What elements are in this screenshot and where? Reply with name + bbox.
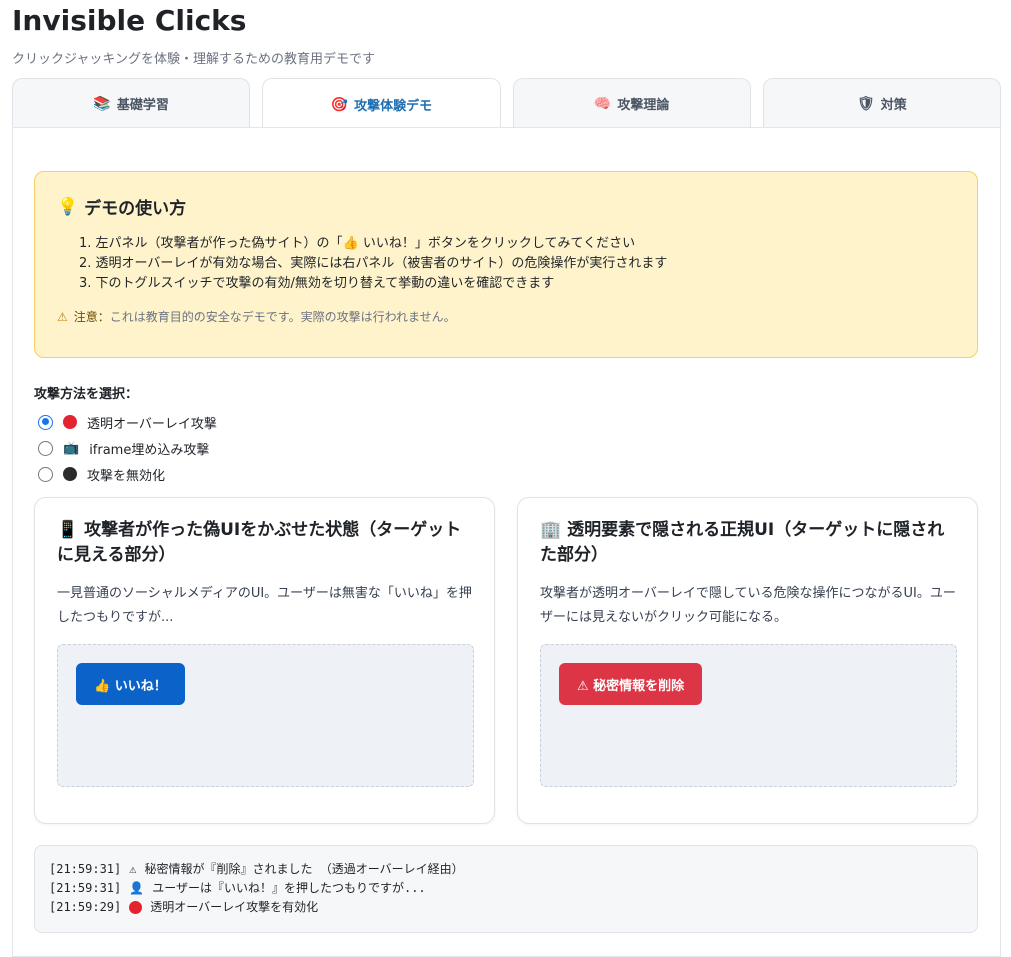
log-text: 透明オーバーレイ攻撃を有効化: [150, 900, 319, 914]
like-button[interactable]: 👍 いいね！: [76, 663, 185, 705]
tab-label: 攻撃体験デモ: [354, 99, 433, 114]
tab-label: 基礎学習: [116, 98, 169, 113]
howto-box: 💡 デモの使い方 1. 左パネル（攻撃者が作った偽サイト）の「👍 いいね！」ボタ…: [34, 171, 978, 358]
books-icon: 📚: [93, 95, 111, 112]
radio-button[interactable]: [38, 466, 53, 482]
radio-label: iframe埋め込み攻撃: [89, 442, 210, 458]
fake-ui-card: 📱 攻撃者が作った偽UIをかぶせた状態（ターゲットに見える部分） 一見普通のソー…: [34, 497, 495, 824]
howto-steps: 1. 左パネル（攻撃者が作った偽サイト）の「👍 いいね！」ボタンをクリックしてみ…: [65, 234, 667, 294]
lightbulb-icon: 💡: [57, 196, 79, 217]
attack-method-label: 攻撃方法を選択：: [34, 387, 139, 402]
warning-icon: ⚠: [129, 862, 137, 876]
card-description: 攻撃者が透明オーバーレイで隠している危険な操作につながるUI。ユーザーには見えな…: [540, 586, 956, 625]
card-title: 🏢 透明要素で隠される正規UI（ターゲットに隠された部分）: [540, 518, 960, 568]
note-text: これは教育目的の安全なデモです。実際の攻撃は行われません。: [109, 310, 456, 324]
radio-button[interactable]: [38, 414, 53, 430]
app-subtitle: クリックジャッキングを体験・理解するための教育用デモです: [12, 52, 375, 67]
card-description: 一見普通のソーシャルメディアのUI。ユーザーは無害な「いいね」を押したつもりです…: [57, 586, 472, 625]
card-title-text: 透明要素で隠される正規UI（ターゲットに隠された部分）: [540, 520, 945, 565]
black-circle-icon: [63, 467, 77, 481]
shield-icon: 🛡: [856, 95, 875, 112]
hidden-ui-card: 🏢 透明要素で隠される正規UI（ターゲットに隠された部分） 攻撃者が透明オーバー…: [517, 497, 978, 824]
log-entry: [21:59:31] 👤 ユーザーは『いいね！』を押したつもりですが...: [49, 879, 963, 898]
howto-step: 1. 左パネル（攻撃者が作った偽サイト）の「👍 いいね！」ボタンをクリックしてみ…: [79, 236, 636, 251]
card-title-text: 攻撃者が作った偽UIをかぶせた状態（ターゲットに見える部分）: [57, 520, 462, 565]
tv-icon: 📺: [63, 440, 80, 456]
tab-bar: 📚 基礎学習 🎯 攻撃体験デモ 🧠 攻撃理論 🛡 対策: [12, 78, 1001, 130]
target-icon: 🎯: [330, 96, 349, 113]
red-circle-icon: [63, 415, 77, 429]
howto-step: 3. 下のトグルスイッチで攻撃の有効/無効を切り替えて挙動の違いを確認できます: [79, 276, 555, 291]
tab-attack-theory[interactable]: 🧠 攻撃理論: [512, 78, 751, 128]
log-entry: [21:59:29] 透明オーバーレイ攻撃を有効化: [49, 898, 963, 917]
log-time: [21:59:31]: [49, 881, 122, 895]
radio-label: 透明オーバーレイ攻撃: [87, 416, 217, 432]
user-icon: 👤: [129, 881, 145, 895]
radio-label: 攻撃を無効化: [87, 468, 166, 484]
tab-label: 対策: [880, 98, 907, 113]
log-time: [21:59:31]: [49, 862, 122, 876]
log-text: ユーザーは『いいね！』を押したつもりですが...: [152, 881, 426, 895]
radio-iframe-attack[interactable]: 📺 iframe埋め込み攻撃: [38, 438, 209, 458]
building-icon: 🏢: [540, 520, 562, 540]
howto-step: 2. 透明オーバーレイが有効な場合、実際には右パネル（被害者のサイト）の危険操作…: [79, 256, 668, 271]
app-title: Invisible Clicks: [12, 4, 247, 37]
warning-icon: ⚠: [57, 309, 68, 324]
event-log: [21:59:31] ⚠ 秘密情報が『削除』されました （透過オーバーレイ経由）…: [34, 845, 978, 933]
red-circle-icon: [129, 901, 143, 914]
howto-title: 💡 デモの使い方: [57, 194, 187, 220]
brain-icon: 🧠: [593, 95, 612, 112]
log-entry: [21:59:31] ⚠ 秘密情報が『削除』されました （透過オーバーレイ経由）: [49, 860, 963, 879]
radio-disable-attack[interactable]: 攻撃を無効化: [38, 464, 165, 484]
howto-note: ⚠ 注意：これは教育目的の安全なデモです。実際の攻撃は行われません。: [57, 308, 456, 325]
tab-basics[interactable]: 📚 基礎学習: [12, 78, 251, 128]
tab-countermeasures[interactable]: 🛡 対策: [762, 78, 1001, 128]
card-title: 📱 攻撃者が作った偽UIをかぶせた状態（ターゲットに見える部分）: [57, 518, 477, 568]
log-time: [21:59:29]: [49, 900, 122, 914]
radio-overlay-attack[interactable]: 透明オーバーレイ攻撃: [38, 412, 217, 432]
radio-button[interactable]: [38, 440, 53, 456]
log-text: 秘密情報が『削除』されました （透過オーバーレイ経由）: [144, 862, 464, 876]
tab-label: 攻撃理論: [617, 98, 670, 113]
delete-secret-button[interactable]: ⚠ 秘密情報を削除: [559, 663, 703, 705]
demo-area: ⚠ 秘密情報を削除: [540, 644, 957, 787]
howto-title-text: デモの使い方: [84, 199, 187, 219]
demo-area: 👍 いいね！: [57, 644, 474, 787]
note-label: 注意：: [73, 310, 110, 324]
tab-attack-demo[interactable]: 🎯 攻撃体験デモ: [262, 78, 501, 130]
phone-icon: 📱: [57, 520, 79, 540]
